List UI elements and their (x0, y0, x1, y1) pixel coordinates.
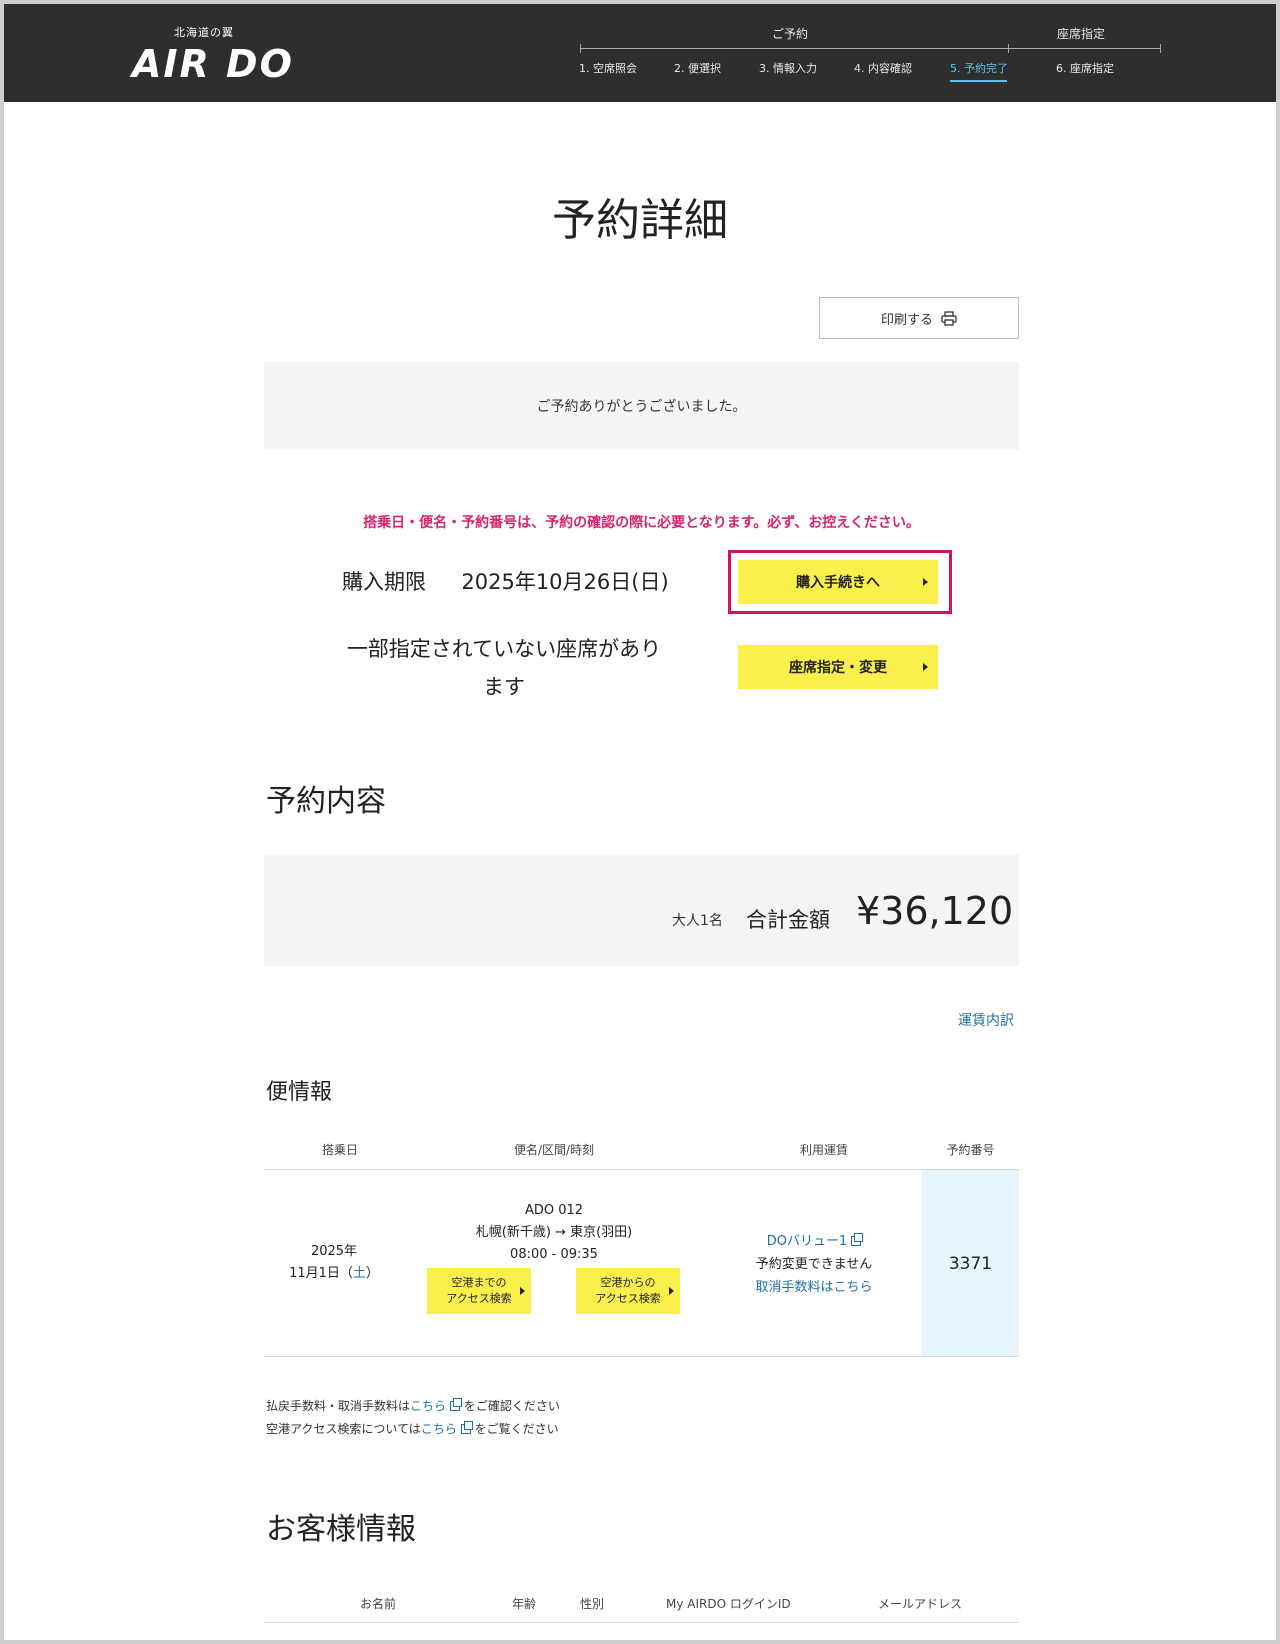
total-amount: ¥36,120 (856, 889, 1014, 933)
seat-button-label: 座席指定・変更 (789, 660, 887, 676)
col-header-name: お名前 (360, 1597, 397, 1611)
logo-tagline: 北海道の翼 (174, 26, 234, 39)
flight-details: ADO 012 札幌(新千歳) → 東京(羽田) 08:00 - 09:35 (424, 1200, 684, 1266)
fare-breakdown-link[interactable]: 運賃内訳 (958, 1010, 1014, 1030)
page-title: 予約詳細 (552, 195, 728, 246)
step-group-seat: 座席指定 (1057, 27, 1106, 41)
page-frame: 北海道の翼 AIR DO ご予約 座席指定 1. 空席照会 2. 便選択 3. … (4, 4, 1276, 1640)
table-divider (264, 1622, 1019, 1623)
caret-right-icon (520, 1287, 525, 1295)
purchase-button-label: 購入手続きへ (796, 575, 880, 591)
step-tick (1008, 44, 1009, 53)
step-3: 3. 情報入力 (759, 62, 817, 75)
col-header-login-id: My AIRDO ログインID (666, 1597, 791, 1611)
active-step-underline (950, 80, 1007, 82)
external-link-icon (460, 1421, 473, 1434)
access-from-line2: アクセス検索 (595, 1292, 661, 1305)
step-tick (580, 44, 581, 53)
col-header-gender: 性別 (580, 1597, 605, 1611)
seat-message-line2: ます (483, 675, 525, 699)
printer-icon (941, 310, 957, 326)
cancel-fee-link[interactable]: 取消手数料はこちら (734, 1276, 894, 1299)
total-label: 合計金額 (746, 908, 830, 932)
seat-message-line1: 一部指定されていない座席があり (346, 637, 662, 661)
col-header-flight: 便名/区間/時刻 (513, 1143, 595, 1157)
access-note-text: 空港アクセス検索については (266, 1422, 421, 1436)
reservation-number: 3371 (948, 1254, 993, 1274)
refund-fee-note: 払戻手数料・取消手数料はこちら をご確認ください (266, 1397, 560, 1414)
caret-right-icon (669, 1287, 674, 1295)
airdo-logo[interactable]: AIR DO (132, 42, 294, 86)
col-header-email: メールアドレス (878, 1597, 963, 1611)
step-2: 2. 便選択 (674, 62, 721, 75)
important-notice: 搭乗日・便名・予約番号は、予約の確認の際に必要となります。必ず、お控えください。 (363, 515, 920, 531)
thanks-message: ご予約ありがとうございました。 (536, 399, 747, 415)
refund-note-text: 払戻手数料・取消手数料は (266, 1399, 411, 1413)
access-from-line1: 空港からの (600, 1276, 656, 1289)
col-header-fare: 利用運賃 (799, 1143, 848, 1157)
flight-time: 08:00 - 09:35 (510, 1247, 598, 1262)
site-header: 北海道の翼 AIR DO ご予約 座席指定 1. 空席照会 2. 便選択 3. … (4, 4, 1276, 102)
table-divider (264, 1356, 1019, 1357)
print-label: 印刷する (880, 312, 933, 328)
access-note-suffix: をご覧ください (470, 1422, 559, 1436)
boarding-weekday: 土 (352, 1266, 366, 1281)
reservation-heading: 予約内容 (266, 784, 386, 819)
boarding-year: 2025年 (310, 1244, 358, 1259)
seat-unassigned-message: 一部指定されていない座席があり ます (324, 630, 684, 706)
boarding-day-text: 11月1日（ (289, 1266, 353, 1281)
boarding-day-close: ） (365, 1266, 379, 1281)
thanks-banner: ご予約ありがとうございました。 (264, 362, 1019, 450)
refund-fee-link[interactable]: こちら (410, 1399, 446, 1413)
refund-note-suffix: をご確認ください (460, 1399, 560, 1413)
step-5-active: 5. 予約完了 (950, 62, 1008, 75)
col-header-age: 年齢 (512, 1597, 537, 1611)
fare-change-note: 予約変更できません (755, 1257, 873, 1272)
deadline-label: 購入期限 (342, 570, 426, 594)
step-tick (1160, 44, 1161, 53)
caret-right-icon (923, 578, 928, 586)
access-search-link[interactable]: こちら (421, 1422, 457, 1436)
col-header-date: 搭乗日 (321, 1143, 358, 1157)
boarding-day: 11月1日（土） (274, 1263, 394, 1285)
airport-access-from-button[interactable]: 空港からの アクセス検索 (576, 1268, 680, 1314)
access-to-line2: アクセス検索 (446, 1292, 512, 1305)
deadline-date: 2025年10月26日(日) (461, 570, 669, 594)
print-button[interactable]: 印刷する (819, 297, 1019, 339)
step-divider-line (580, 48, 1160, 49)
step-1: 1. 空席照会 (579, 62, 637, 75)
step-4: 4. 内容確認 (854, 62, 912, 75)
purchase-button[interactable]: 購入手続きへ (738, 560, 938, 604)
boarding-date: 2025年 11月1日（土） (274, 1241, 394, 1285)
caret-right-icon (923, 663, 928, 671)
fare-info: DOバリュー1 予約変更できません 取消手数料はこちら (734, 1230, 894, 1299)
external-link-icon (450, 1398, 463, 1411)
flight-route: 札幌(新千歳) → 東京(羽田) (475, 1225, 633, 1240)
external-link-icon (851, 1233, 864, 1246)
table-divider (264, 1169, 1019, 1170)
step-group-reservation: ご予約 (772, 27, 809, 41)
step-6: 6. 座席指定 (1056, 62, 1114, 75)
fare-name-link[interactable]: DOバリュー1 (767, 1234, 848, 1249)
customer-info-heading: お客様情報 (266, 1512, 416, 1547)
flight-number: ADO 012 (524, 1203, 584, 1218)
airport-access-to-button[interactable]: 空港までの アクセス検索 (427, 1268, 531, 1314)
purchase-deadline: 購入期限 2025年10月26日(日) (342, 566, 669, 596)
flight-info-heading: 便情報 (266, 1080, 333, 1105)
access-to-line1: 空港までの (451, 1276, 507, 1289)
access-search-note: 空港アクセス検索についてはこちら をご覧ください (266, 1420, 559, 1437)
seat-selection-button[interactable]: 座席指定・変更 (738, 645, 938, 689)
passenger-count: 大人1名 (672, 913, 723, 929)
col-header-reservation-no: 予約番号 (946, 1143, 995, 1157)
